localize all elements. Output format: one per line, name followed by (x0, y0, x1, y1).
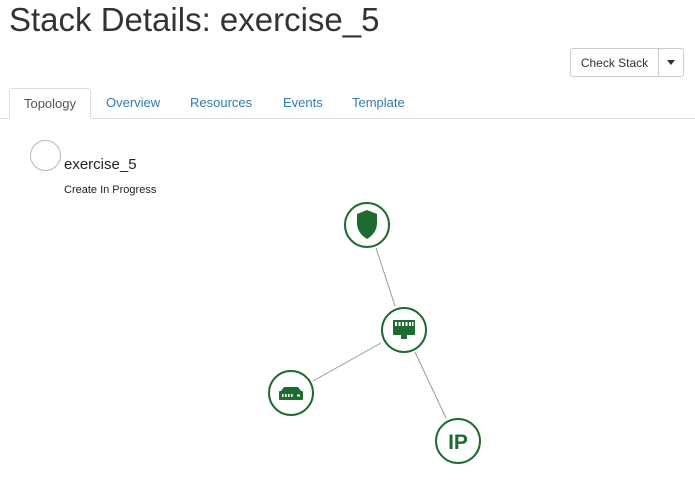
node-network[interactable] (381, 307, 427, 353)
tab-resources[interactable]: Resources (190, 88, 252, 118)
link-network-floating-ip (414, 351, 447, 419)
stack-name: exercise_5 (64, 156, 137, 173)
link-security-group-network (375, 247, 396, 307)
link-network-router (312, 342, 382, 382)
tab-template[interactable]: Template (352, 88, 405, 118)
node-floating-ip[interactable]: IP (435, 418, 481, 464)
tab-events[interactable]: Events (283, 88, 323, 118)
stack-actions: Check Stack (570, 48, 684, 77)
node-security-group[interactable] (344, 202, 390, 248)
actions-dropdown-toggle[interactable] (659, 48, 684, 77)
node-router[interactable] (268, 370, 314, 416)
router-icon (279, 387, 303, 400)
tab-overview[interactable]: Overview (106, 88, 160, 118)
stack-status-icon (30, 140, 61, 171)
tab-topology[interactable]: Topology (9, 88, 91, 119)
ip-icon: IP (448, 431, 468, 454)
stack-details-page: Stack Details: exercise_5 Check Stack To… (0, 0, 695, 485)
stack-tabs: Topology Overview Resources Events Templ… (0, 88, 695, 119)
check-stack-button[interactable]: Check Stack (570, 48, 659, 77)
page-title: Stack Details: exercise_5 (9, 1, 380, 38)
caret-down-icon (667, 60, 675, 65)
stack-status: Create In Progress (64, 184, 157, 196)
